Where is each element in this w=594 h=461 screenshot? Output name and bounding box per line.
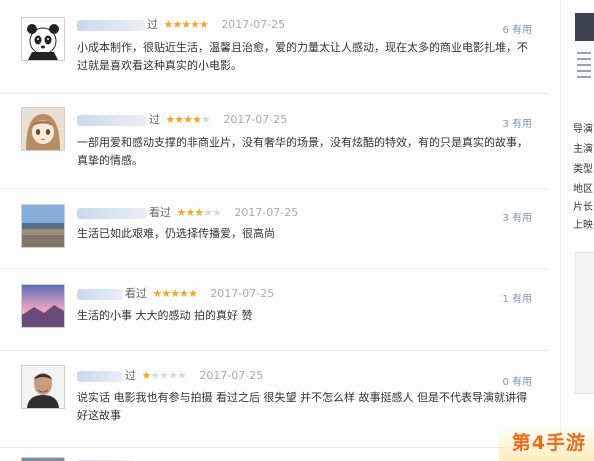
comment-date: 2017-07-25 <box>199 369 264 382</box>
site-logo-text: 第4手游 <box>511 432 586 454</box>
comment-item: 过 ★★★★★ 2017-07-25 0 有用 说实话 电影我也有参与拍摄 看过… <box>0 351 548 448</box>
region-label: 地区 <box>573 184 593 195</box>
avatar-icon[interactable] <box>21 457 65 461</box>
comment-meta: 看过 ★★★★★ 2017-07-25 <box>77 287 274 301</box>
rating-stars: ★★★★★ <box>163 18 209 31</box>
author-name-blurred[interactable] <box>77 19 145 31</box>
author-name-blurred[interactable] <box>77 207 147 219</box>
watched-label: 看过 <box>149 206 171 219</box>
movie-poster[interactable] <box>575 13 594 41</box>
movie-info-sidebar: 导演 主演 类型 地区 片长 上映 <box>560 0 594 461</box>
anime-girl-avatar-icon[interactable] <box>21 107 65 151</box>
author-name-blurred[interactable] <box>77 114 147 126</box>
comment-date: 2017-07-25 <box>210 287 275 300</box>
poster-caption <box>577 52 591 80</box>
useful-count-button[interactable]: 1 有用 <box>502 290 532 305</box>
panda-avatar-icon[interactable] <box>21 17 65 61</box>
comment-item <box>0 448 548 461</box>
sidebar-card <box>575 252 594 394</box>
rating-stars: ★★★★★ <box>141 369 187 382</box>
comment-text: 生活的小事 大大的感动 拍的真好 赞 <box>77 309 253 322</box>
site-logo: 第4手游 <box>499 424 594 461</box>
comment-list: 过 ★★★★★ 2017-07-25 6 有用 小成本制作，很贴近生活，温馨且治… <box>0 0 548 461</box>
comment-text: 说实话 电影我也有参与拍摄 看过之后 很失望 并不怎么样 故事挺感人 但是不代表… <box>77 391 527 422</box>
comment-meta: 看过 ★★★★★ 2017-07-25 <box>77 206 298 220</box>
author-name-blurred[interactable] <box>77 288 123 300</box>
comment-text: 小成本制作，很贴近生活，温馨且治愈，爱的力量太让人感动，现在太多的商业电影扎堆，… <box>77 41 528 72</box>
author-name-blurred[interactable] <box>77 370 123 382</box>
comment-item: 过 ★★★★★ 2017-07-25 3 有用 一部用爱和感动支撑的非商业片，没… <box>0 94 548 189</box>
comment-text: 生活已如此艰难，仍选择传播爱，很高尚 <box>77 227 275 240</box>
sunset-avatar-icon[interactable] <box>21 284 65 328</box>
useful-count-button[interactable]: 3 有用 <box>502 115 532 130</box>
comment-text: 一部用爱和感动支撑的非商业片，没有奢华的场景，没有炫酷的特效，有的只是真实的故事… <box>77 136 528 167</box>
comment-date: 2017-07-25 <box>234 206 299 219</box>
comment-item: 看过 ★★★★★ 2017-07-25 3 有用 生活已如此艰难，仍选择传播爱，… <box>0 189 548 269</box>
watched-label: 看过 <box>125 287 147 300</box>
watched-label: 过 <box>149 113 160 126</box>
rating-stars: ★★★★★ <box>165 113 211 126</box>
useful-count-button[interactable]: 0 有用 <box>502 373 532 388</box>
comment-item: 过 ★★★★★ 2017-07-25 6 有用 小成本制作，很贴近生活，温馨且治… <box>0 0 548 94</box>
useful-count-button[interactable]: 3 有用 <box>502 209 532 224</box>
comment-date: 2017-07-25 <box>223 113 288 126</box>
rating-stars: ★★★★★ <box>152 287 198 300</box>
comment-meta: 过 ★★★★★ 2017-07-25 <box>77 18 285 32</box>
page: 过 ★★★★★ 2017-07-25 6 有用 小成本制作，很贴近生活，温馨且治… <box>0 0 594 461</box>
useful-count-button[interactable]: 6 有用 <box>502 21 532 36</box>
watched-label: 过 <box>125 369 136 382</box>
release-label: 上映 <box>573 220 593 231</box>
comment-item: 看过 ★★★★★ 2017-07-25 1 有用 生活的小事 大大的感动 拍的真… <box>0 269 548 351</box>
man-portrait-avatar-icon[interactable] <box>21 365 65 409</box>
rating-stars: ★★★★★ <box>176 206 222 219</box>
comment-date: 2017-07-25 <box>221 18 286 31</box>
landscape-avatar-icon[interactable] <box>21 204 65 248</box>
director-label: 导演 <box>573 124 593 135</box>
comment-meta: 过 ★★★★★ 2017-07-25 <box>77 113 287 127</box>
cast-label: 主演 <box>573 144 593 155</box>
genre-label: 类型 <box>573 164 593 175</box>
comment-meta: 过 ★★★★★ 2017-07-25 <box>77 369 263 383</box>
runtime-label: 片长 <box>573 202 593 213</box>
watched-label: 过 <box>147 18 158 31</box>
